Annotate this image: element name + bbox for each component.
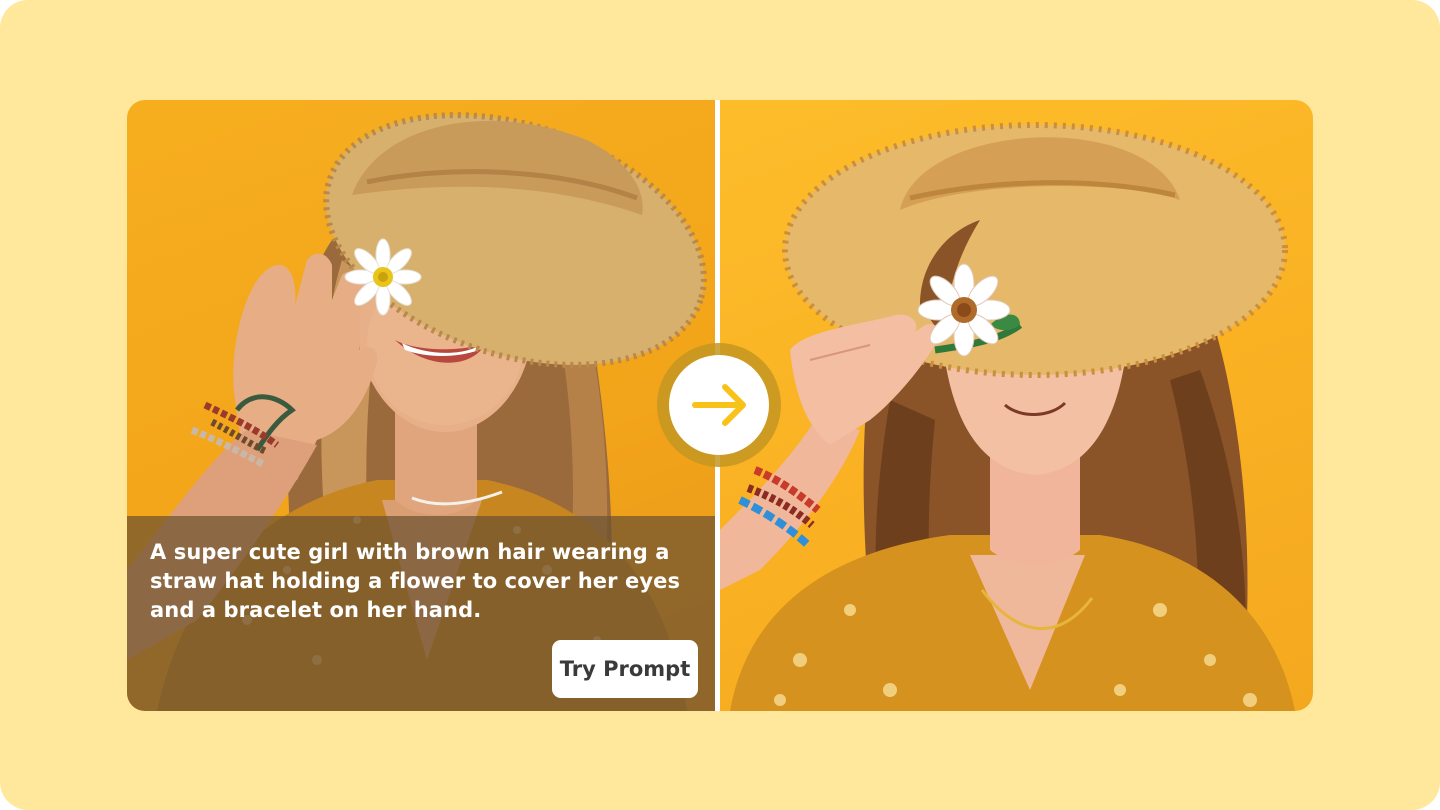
generated-anime-image <box>720 100 1313 711</box>
arrow-right-icon <box>692 384 746 426</box>
anime-girl-straw-hat-icon <box>720 122 1295 711</box>
prompt-caption-overlay: A super cute girl with brown hair wearin… <box>127 516 715 711</box>
page-background: A super cute girl with brown hair wearin… <box>0 0 1440 810</box>
transform-arrow-badge <box>657 343 781 467</box>
prompt-text: A super cute girl with brown hair wearin… <box>150 540 681 622</box>
original-photo: A super cute girl with brown hair wearin… <box>127 100 715 711</box>
try-prompt-button[interactable]: Try Prompt <box>552 640 698 698</box>
